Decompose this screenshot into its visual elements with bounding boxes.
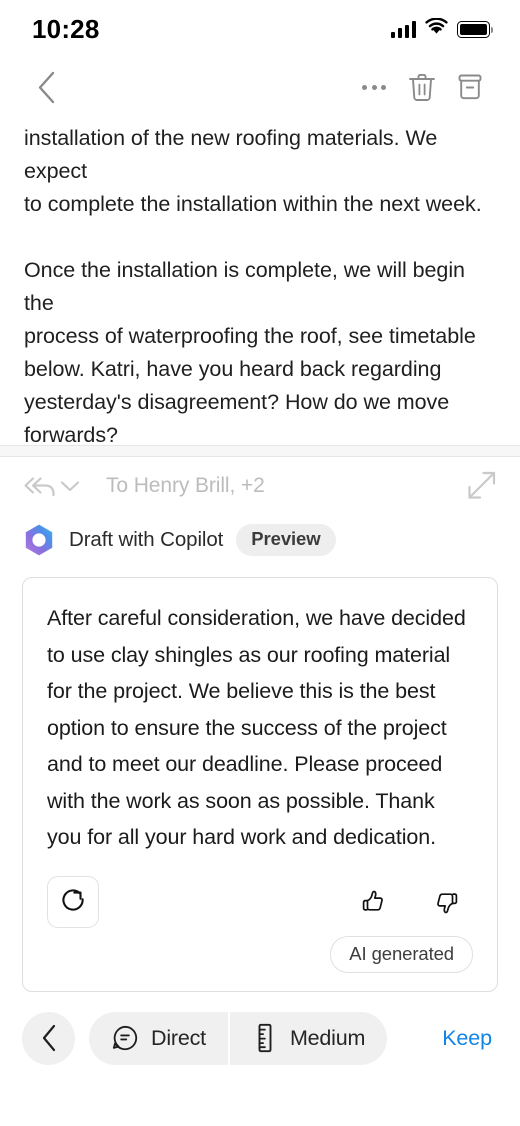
recipients-field[interactable]: To Henry Brill, +2 <box>106 474 458 498</box>
archive-button[interactable] <box>446 63 494 111</box>
chevron-left-icon <box>42 1024 55 1052</box>
section-divider <box>0 445 520 457</box>
regenerate-button[interactable] <box>47 875 99 928</box>
chat-bubble-lines-icon <box>112 1025 138 1051</box>
copilot-draft-card[interactable]: After careful consideration, we have dec… <box>22 577 498 992</box>
copilot-back-button[interactable] <box>22 1011 75 1065</box>
home-indicator-area <box>0 1084 520 1126</box>
wifi-icon <box>425 17 448 40</box>
email-toolbar <box>0 58 520 116</box>
ai-generated-badge: AI generated <box>330 935 473 973</box>
copilot-header: Draft with Copilot Preview <box>22 517 498 563</box>
reply-header-row: To Henry Brill, +2 <box>22 457 498 515</box>
more-horizontal-icon <box>362 84 386 90</box>
chevron-left-icon <box>38 71 54 103</box>
email-body-text: installation of the new roofing material… <box>24 126 482 445</box>
length-label: Medium <box>289 1025 366 1050</box>
status-time: 10:28 <box>32 13 100 44</box>
ruler-icon <box>258 1023 272 1053</box>
copilot-options-bar: Direct Medium Keep <box>0 992 520 1084</box>
reply-all-icon <box>24 477 55 497</box>
thumbs-down-icon <box>437 892 458 913</box>
status-bar: 10:28 <box>0 0 520 58</box>
copilot-icon <box>25 524 53 556</box>
more-options-button[interactable] <box>350 63 398 111</box>
trash-icon <box>409 73 435 101</box>
preview-badge: Preview <box>236 524 336 556</box>
copilot-label: Draft with Copilot <box>69 528 224 551</box>
refresh-icon <box>61 889 84 911</box>
chevron-down-icon <box>60 480 80 491</box>
keep-button[interactable]: Keep <box>442 1026 498 1051</box>
thumbs-up-icon <box>362 890 383 911</box>
tone-label: Direct <box>151 1025 206 1050</box>
ai-badge-row: AI generated <box>47 935 473 973</box>
thumbs-down-button[interactable] <box>421 876 473 928</box>
thumbs-up-button[interactable] <box>347 876 399 928</box>
delete-button[interactable] <box>398 63 446 111</box>
copilot-segmented-control: Direct Medium <box>89 1011 388 1065</box>
email-body-scroll[interactable]: installation of the new roofing material… <box>0 116 520 445</box>
email-screen: 10:28 installation of the new roofing ma… <box>0 0 520 1126</box>
archive-icon <box>458 74 482 100</box>
compose-panel: To Henry Brill, +2 Draft with Copilot Pr… <box>0 457 520 992</box>
cellular-signal-icon <box>390 20 416 38</box>
length-selector[interactable]: Medium <box>227 1011 387 1065</box>
tone-selector[interactable]: Direct <box>89 1012 228 1065</box>
expand-diagonal-icon <box>468 471 496 499</box>
back-button[interactable] <box>22 63 70 111</box>
status-indicators <box>390 17 493 40</box>
draft-body-text[interactable]: After careful consideration, we have dec… <box>47 600 473 856</box>
draft-action-row <box>47 875 473 928</box>
reply-mode-selector[interactable] <box>22 473 80 499</box>
battery-full-icon <box>457 20 493 38</box>
expand-compose-button[interactable] <box>464 469 498 503</box>
